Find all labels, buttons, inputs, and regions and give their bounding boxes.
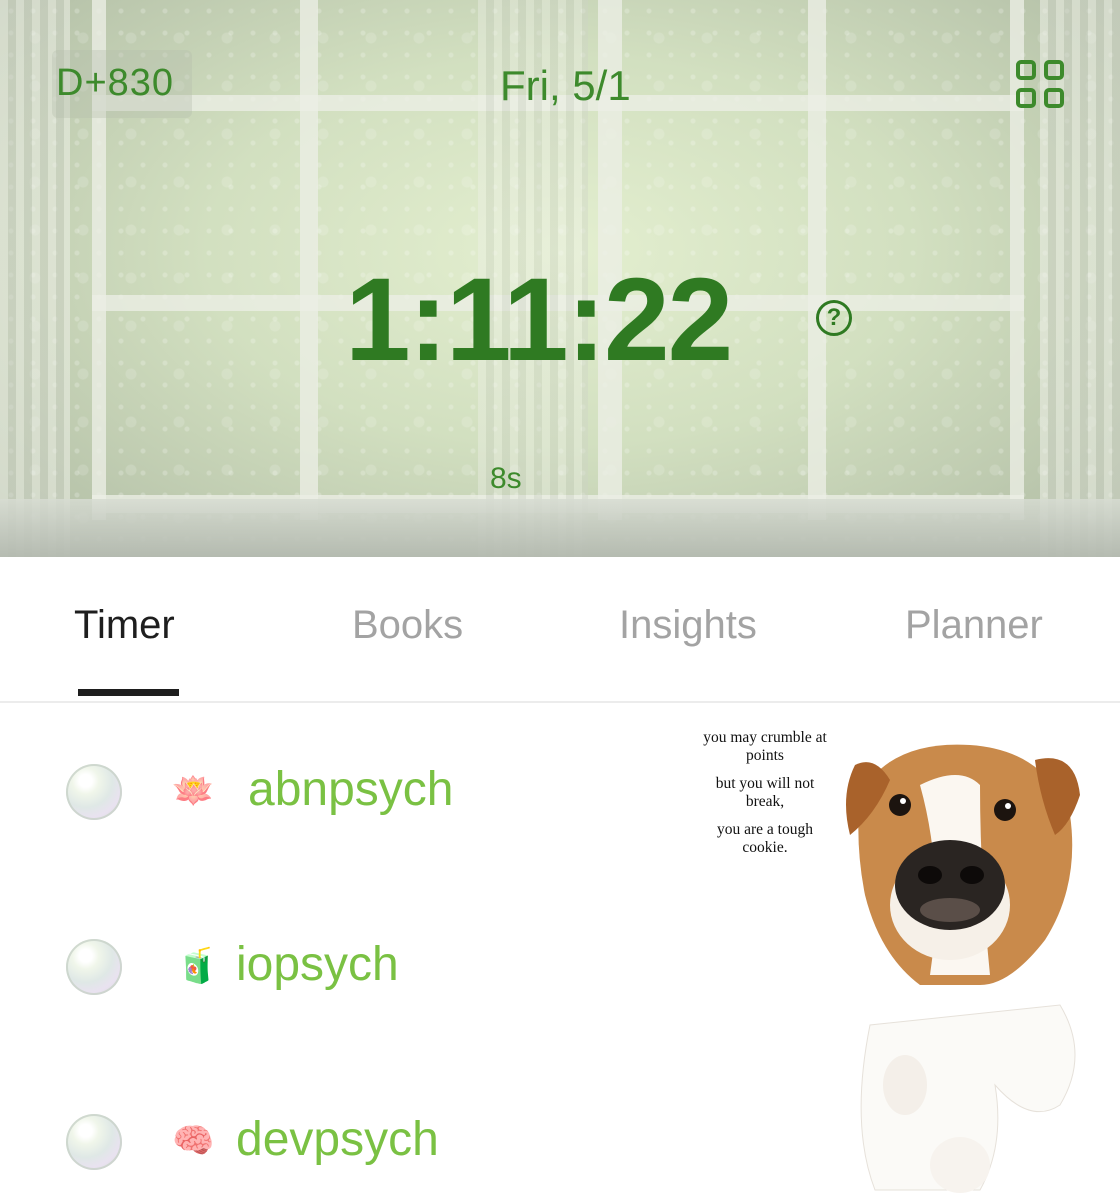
help-icon[interactable]: ? bbox=[816, 300, 852, 336]
puppy-sticker: you may crumble at points but you will n… bbox=[700, 715, 1110, 1195]
tab-books[interactable]: Books bbox=[352, 603, 463, 648]
current-date: Fri, 5/1 bbox=[500, 62, 631, 109]
quote-line: you are a tough cookie. bbox=[717, 821, 813, 856]
brain-icon: 🧠 bbox=[172, 1122, 215, 1160]
seconds-counter: 8s bbox=[490, 462, 522, 495]
timer-header: D+830 Fri, 5/1 1:11:22 ? 8s bbox=[0, 0, 1120, 557]
puppy-illustration bbox=[846, 744, 1080, 1193]
motivational-quote: you may crumble at points but you will n… bbox=[700, 729, 830, 867]
d-day-counter-label: D+830 bbox=[56, 62, 175, 104]
tab-bar: Timer Books Insights Planner bbox=[0, 557, 1120, 701]
subject-name: iopsych bbox=[236, 938, 399, 991]
subject-row-iopsych[interactable]: 🧃 iopsych bbox=[0, 927, 700, 1007]
subject-row-abnpsych[interactable]: 🪷 abnpsych bbox=[0, 752, 700, 832]
juice-box-icon: 🧃 bbox=[176, 947, 219, 985]
divider bbox=[0, 701, 1120, 703]
quote-line: but you will not break, bbox=[715, 775, 815, 810]
elapsed-timer[interactable]: 1:11:22 bbox=[345, 252, 733, 388]
subject-row-devpsych[interactable]: 🧠 devpsych bbox=[0, 1102, 700, 1182]
quote-line: you may crumble at points bbox=[703, 729, 827, 764]
d-day-counter[interactable]: D+830 bbox=[52, 50, 192, 118]
active-tab-indicator bbox=[78, 689, 179, 696]
tab-planner[interactable]: Planner bbox=[905, 603, 1043, 648]
tab-insights[interactable]: Insights bbox=[619, 603, 757, 648]
start-bubble-button[interactable] bbox=[66, 764, 122, 820]
start-bubble-button[interactable] bbox=[66, 939, 122, 995]
subject-name: devpsych bbox=[236, 1113, 439, 1166]
window-sill bbox=[0, 499, 1120, 557]
start-bubble-button[interactable] bbox=[66, 1114, 122, 1170]
tab-timer[interactable]: Timer bbox=[74, 603, 175, 648]
subject-name: abnpsych bbox=[248, 763, 454, 816]
grid-menu-icon[interactable] bbox=[1014, 58, 1070, 114]
lotus-icon: 🪷 bbox=[172, 772, 215, 810]
